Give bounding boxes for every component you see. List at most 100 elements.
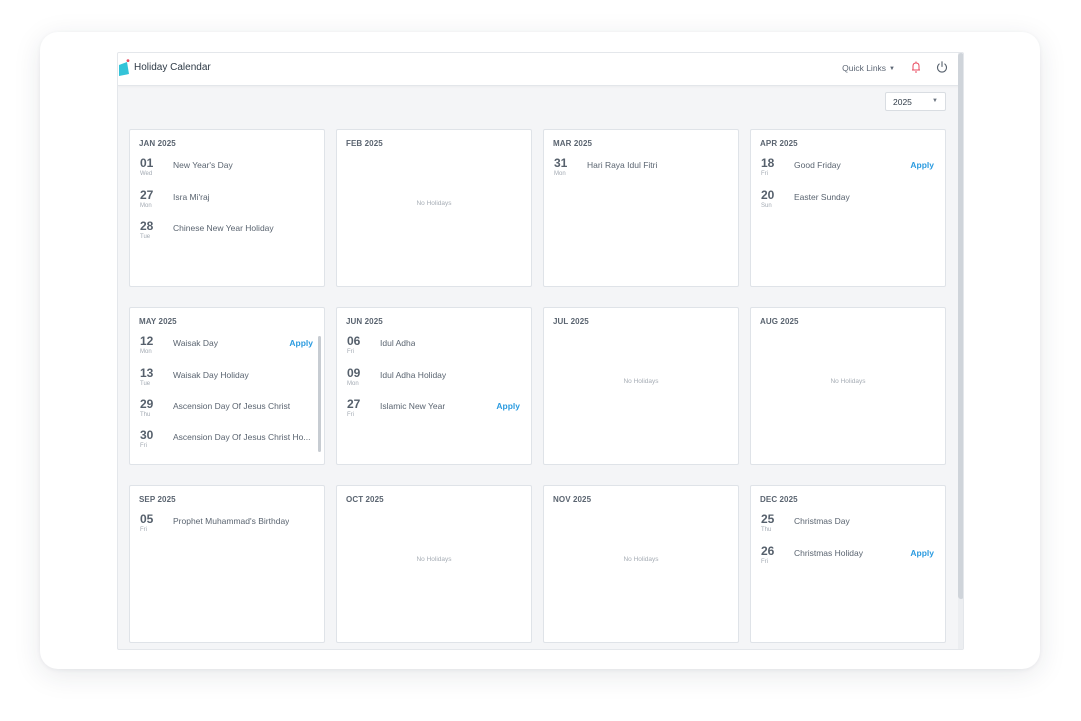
holiday-name: New Year's Day bbox=[173, 160, 233, 170]
holiday-row: 31 Mon Hari Raya Idul Fitri bbox=[544, 156, 738, 184]
month-card: MAY 2025 12 Mon Waisak Day Apply 13 Tue Waisak … bbox=[129, 307, 325, 465]
holiday-row: 25 Thu Christmas Day bbox=[751, 512, 945, 540]
holiday-day: 18 bbox=[761, 156, 775, 170]
month-title: OCT 2025 bbox=[346, 495, 384, 504]
holiday-day: 01 bbox=[140, 156, 154, 170]
holiday-weekday: Mon bbox=[140, 203, 152, 209]
holiday-weekday: Thu bbox=[761, 527, 772, 533]
holiday-row: 30 Fri Ascension Day Of Jesus Christ Ho... bbox=[130, 428, 324, 456]
month-card: OCT 2025 No Holidays bbox=[336, 485, 532, 643]
holiday-weekday: Fri bbox=[140, 527, 147, 533]
holiday-row: 29 Thu Ascension Day Of Jesus Christ bbox=[130, 397, 324, 425]
holiday-row: 27 Fri Islamic New Year Apply bbox=[337, 397, 531, 425]
month-card: FEB 2025 No Holidays bbox=[336, 129, 532, 287]
no-holidays-text: No Holidays bbox=[623, 556, 659, 563]
holiday-weekday: Fri bbox=[140, 443, 147, 449]
month-card: AUG 2025 No Holidays bbox=[750, 307, 946, 465]
holiday-row: 05 Fri Prophet Muhammad's Birthday bbox=[130, 512, 324, 540]
chevron-down-icon: ▼ bbox=[932, 98, 938, 104]
holiday-name: Easter Sunday bbox=[794, 192, 850, 202]
holiday-weekday: Mon bbox=[140, 349, 152, 355]
holiday-row: 26 Fri Christmas Holiday Apply bbox=[751, 544, 945, 572]
holiday-weekday: Fri bbox=[347, 349, 354, 355]
holiday-name: Chinese New Year Holiday bbox=[173, 223, 274, 233]
month-title: MAR 2025 bbox=[553, 139, 593, 148]
app-title: Holiday Calendar bbox=[134, 62, 211, 73]
holiday-weekday: Mon bbox=[554, 171, 566, 177]
holiday-day: 28 bbox=[140, 219, 154, 233]
month-title: SEP 2025 bbox=[139, 495, 176, 504]
holiday-day: 26 bbox=[761, 544, 775, 558]
card-scrollbar[interactable] bbox=[318, 336, 321, 452]
holiday-name: Good Friday bbox=[794, 160, 841, 170]
holiday-weekday: Wed bbox=[140, 171, 153, 177]
apply-button[interactable]: Apply bbox=[910, 548, 934, 558]
holiday-weekday: Sun bbox=[761, 203, 772, 209]
holiday-name: Islamic New Year bbox=[380, 401, 446, 411]
holiday-day: 13 bbox=[140, 366, 154, 380]
chevron-down-icon: ▼ bbox=[889, 66, 895, 72]
holiday-name: Waisak Day bbox=[173, 338, 219, 348]
holiday-weekday: Tue bbox=[140, 234, 151, 240]
month-title: DEC 2025 bbox=[760, 495, 798, 504]
month-title: JUL 2025 bbox=[553, 317, 589, 326]
apply-button[interactable]: Apply bbox=[289, 338, 313, 348]
holiday-day: 05 bbox=[140, 512, 154, 526]
scrollbar-thumb[interactable] bbox=[958, 53, 963, 599]
no-holidays-text: No Holidays bbox=[830, 378, 866, 385]
holiday-name: Idul Adha bbox=[380, 338, 416, 348]
holiday-weekday: Fri bbox=[761, 559, 768, 565]
apply-button[interactable]: Apply bbox=[496, 401, 520, 411]
bell-icon[interactable] bbox=[909, 60, 923, 74]
power-icon[interactable] bbox=[935, 60, 949, 74]
holiday-name: Ascension Day Of Jesus Christ Ho... bbox=[173, 432, 311, 442]
holiday-row: 01 Wed New Year's Day bbox=[130, 156, 324, 184]
holiday-row: 06 Fri Idul Adha bbox=[337, 334, 531, 362]
holiday-day: 09 bbox=[347, 366, 361, 380]
holiday-day: 27 bbox=[140, 188, 154, 202]
holiday-row: 18 Fri Good Friday Apply bbox=[751, 156, 945, 184]
no-holidays-text: No Holidays bbox=[623, 378, 659, 385]
holiday-weekday: Mon bbox=[347, 381, 359, 387]
holiday-row: 27 Mon Isra Mi'raj bbox=[130, 188, 324, 216]
year-select[interactable]: 2025 ▼ bbox=[885, 92, 946, 111]
apply-button[interactable]: Apply bbox=[910, 160, 934, 170]
holiday-name: Ascension Day Of Jesus Christ bbox=[173, 401, 291, 411]
month-card: JUL 2025 No Holidays bbox=[543, 307, 739, 465]
month-title: FEB 2025 bbox=[346, 139, 383, 148]
holiday-day: 31 bbox=[554, 156, 568, 170]
month-title: JUN 2025 bbox=[346, 317, 383, 326]
month-card: JUN 2025 06 Fri Idul Adha 09 Mon Idul Adha Hol… bbox=[336, 307, 532, 465]
holiday-day: 29 bbox=[140, 397, 154, 411]
holiday-weekday: Fri bbox=[347, 412, 354, 418]
no-holidays-text: No Holidays bbox=[416, 556, 452, 563]
no-holidays-text: No Holidays bbox=[416, 200, 452, 207]
month-card: APR 2025 18 Fri Good Friday Apply 20 Sun Easter… bbox=[750, 129, 946, 287]
holiday-day: 30 bbox=[140, 428, 154, 442]
month-title: NOV 2025 bbox=[553, 495, 592, 504]
month-title: JAN 2025 bbox=[139, 139, 176, 148]
month-card: SEP 2025 05 Fri Prophet Muhammad's Birthday bbox=[129, 485, 325, 643]
holiday-name: Hari Raya Idul Fitri bbox=[587, 160, 658, 170]
holiday-weekday: Tue bbox=[140, 381, 151, 387]
holiday-row: 12 Mon Waisak Day Apply bbox=[130, 334, 324, 362]
holiday-day: 20 bbox=[761, 188, 775, 202]
holiday-name: Prophet Muhammad's Birthday bbox=[173, 516, 290, 526]
holiday-row: 13 Tue Waisak Day Holiday bbox=[130, 366, 324, 394]
month-title: MAY 2025 bbox=[139, 317, 177, 326]
month-card: NOV 2025 No Holidays bbox=[543, 485, 739, 643]
holiday-row: 28 Tue Chinese New Year Holiday bbox=[130, 219, 324, 247]
holiday-day: 12 bbox=[140, 334, 154, 348]
month-card: MAR 2025 31 Mon Hari Raya Idul Fitri bbox=[543, 129, 739, 287]
holiday-row: 20 Sun Easter Sunday bbox=[751, 188, 945, 216]
month-title: APR 2025 bbox=[760, 139, 798, 148]
holiday-day: 27 bbox=[347, 397, 361, 411]
top-bar: Holiday Calendar Quick Links ▼ bbox=[118, 53, 963, 86]
quick-links-label: Quick Links bbox=[842, 63, 887, 73]
app-window: Holiday Calendar Quick Links ▼ 2025 ▼ JAN… bbox=[117, 52, 964, 650]
holiday-name: Idul Adha Holiday bbox=[380, 370, 447, 380]
app-logo-icon bbox=[119, 59, 130, 76]
holiday-weekday: Thu bbox=[140, 412, 151, 418]
holiday-name: Isra Mi'raj bbox=[173, 192, 210, 202]
quick-links-menu[interactable]: Quick Links ▼ bbox=[842, 63, 895, 73]
